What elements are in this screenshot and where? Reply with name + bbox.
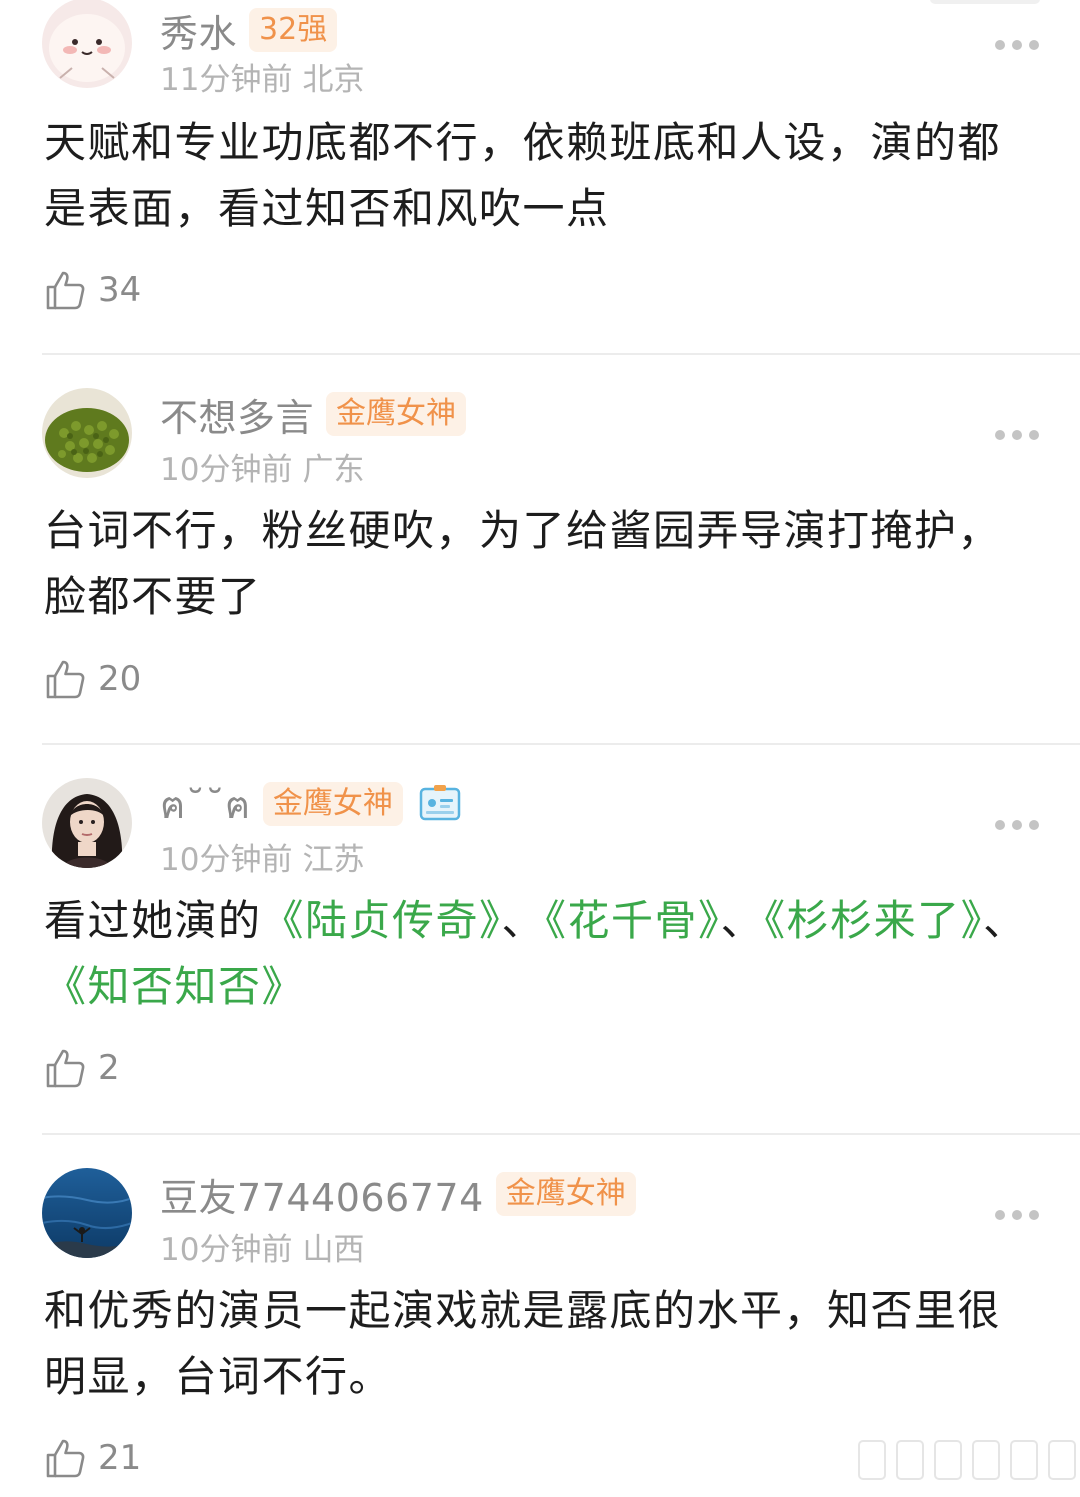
dot-icon — [1029, 430, 1039, 440]
comment-text-plain: 、 — [720, 896, 765, 945]
top-scroll-pill — [930, 0, 1040, 4]
avatar[interactable] — [42, 1168, 132, 1258]
comment-time: 10分钟前 — [160, 1232, 293, 1268]
comment-location: 江苏 — [302, 842, 365, 878]
portrait-photo-avatar — [42, 778, 132, 868]
dot-icon — [995, 430, 1005, 440]
more-options-button[interactable] — [995, 39, 1039, 51]
username[interactable]: ฅ˘˘ฅ — [160, 774, 251, 835]
comment-location: 山西 — [302, 1232, 365, 1268]
dot-icon — [995, 820, 1005, 830]
comment-text: 天赋和专业功底都不行，依赖班底和人设，演的都是表面，看过知否和风吹一点 — [44, 118, 1002, 233]
avatar[interactable] — [42, 778, 132, 868]
drama-title-link[interactable]: 《杉杉来了》 — [764, 896, 983, 945]
id-card-icon[interactable] — [419, 785, 461, 823]
comment-time: 10分钟前 — [160, 842, 293, 878]
divider — [42, 1133, 1080, 1135]
drama-title-link[interactable]: 《知否知否》 — [44, 962, 305, 1011]
username[interactable]: 不想多言 — [160, 387, 314, 442]
more-options-button[interactable] — [995, 429, 1039, 441]
comment-text-plain: 看过她演的 — [44, 896, 262, 945]
user-info-row: ฅ˘˘ฅ 金鹰女神 — [160, 778, 461, 830]
thumbs-up-icon — [46, 1439, 85, 1478]
thumbs-up-icon — [46, 660, 85, 699]
more-options-button[interactable] — [995, 1209, 1039, 1221]
username[interactable]: 豆友7744066774 — [160, 1167, 484, 1222]
avatar[interactable] — [42, 0, 132, 88]
like-button[interactable]: 2 — [44, 1046, 120, 1090]
like-count: 21 — [98, 1438, 142, 1478]
dot-icon — [1012, 430, 1022, 440]
comment-location: 北京 — [302, 62, 365, 98]
comment-meta: 10分钟前 广东 — [160, 444, 364, 489]
comment-location: 广东 — [302, 452, 365, 488]
drama-title-link[interactable]: 《花千骨》 — [545, 896, 721, 945]
user-info-row: 豆友7744066774 金鹰女神 — [160, 1168, 636, 1220]
comment-text: 和优秀的演员一起演戏就是露底的水平，知否里很明显，台词不行。 — [44, 1286, 1002, 1401]
dot-icon — [995, 1210, 1005, 1220]
comment-text-plain: 、 — [983, 896, 1027, 945]
like-button[interactable]: 20 — [44, 657, 141, 701]
user-info-row: 秀水 32强 — [160, 3, 338, 58]
divider — [42, 353, 1080, 355]
cartoon-face-avatar — [42, 0, 132, 88]
dot-icon — [1029, 40, 1039, 50]
dot-icon — [1012, 820, 1022, 830]
dot-icon — [1029, 1210, 1039, 1220]
comment-text-plain: 、 — [501, 896, 546, 945]
dot-icon — [995, 40, 1005, 50]
like-button[interactable]: 34 — [44, 268, 141, 312]
like-button[interactable]: 21 — [44, 1436, 141, 1480]
avatar[interactable] — [42, 388, 132, 478]
dot-icon — [1012, 40, 1022, 50]
drama-title-link[interactable]: 《陆贞传奇》 — [262, 896, 502, 945]
like-count: 34 — [98, 270, 142, 310]
rank-badge[interactable]: 金鹰女神 — [495, 1172, 636, 1216]
comment-meta: 11分钟前 北京 — [160, 54, 364, 99]
ocean-swimmer-avatar — [42, 1168, 132, 1258]
dot-icon — [1012, 1210, 1022, 1220]
like-count: 20 — [98, 659, 142, 699]
watermark-logo — [858, 1440, 1080, 1480]
rank-badge[interactable]: 金鹰女神 — [326, 392, 467, 436]
username[interactable]: 秀水 — [160, 3, 237, 58]
more-options-button[interactable] — [995, 819, 1039, 831]
thumbs-up-icon — [46, 1049, 85, 1088]
user-info-row: 不想多言 金鹰女神 — [160, 387, 467, 442]
rank-badge[interactable]: 32强 — [249, 8, 338, 52]
rank-badge[interactable]: 金鹰女神 — [262, 782, 403, 826]
comment-meta: 10分钟前 山西 — [160, 1224, 364, 1269]
like-count: 2 — [98, 1048, 120, 1088]
comment-text: 看过她演的《陆贞传奇》、《花千骨》、《杉杉来了》、《知否知否》 — [44, 888, 1034, 1020]
dot-icon — [1029, 820, 1039, 830]
comment-text: 台词不行，粉丝硬吹，为了给酱园弄导演打掩护，脸都不要了 — [44, 506, 1002, 621]
comment-meta: 10分钟前 江苏 — [160, 834, 364, 879]
divider — [42, 743, 1080, 745]
comment-time: 11分钟前 — [160, 62, 293, 98]
comment-time: 10分钟前 — [160, 452, 293, 488]
thumbs-up-icon — [46, 271, 85, 310]
mung-beans-avatar — [42, 388, 132, 478]
